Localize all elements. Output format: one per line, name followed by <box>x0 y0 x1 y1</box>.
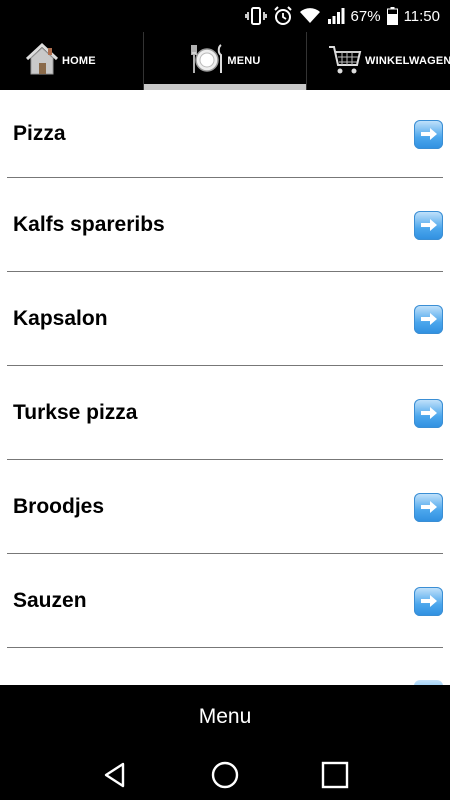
cart-icon <box>327 41 363 82</box>
recents-icon[interactable] <box>315 755 355 795</box>
clock: 11:50 <box>403 7 440 25</box>
tab-bar: HOME MENU WINKELWAGEN <box>0 32 450 90</box>
tab-home[interactable]: HOME <box>0 32 143 90</box>
back-icon[interactable] <box>95 755 135 795</box>
battery-percent: 67% <box>350 7 381 25</box>
list-item[interactable]: Turkse pizza <box>0 366 450 460</box>
list-item-label: Broodjes <box>13 495 105 518</box>
list-item[interactable]: Pizza <box>0 90 450 178</box>
home-circle-icon[interactable] <box>205 755 245 795</box>
wifi-icon <box>299 8 321 24</box>
tab-menu-label: MENU <box>227 55 261 67</box>
vibrate-icon <box>244 7 267 25</box>
list-item-label: Turkse pizza <box>13 401 138 424</box>
battery-icon <box>386 7 398 25</box>
tab-home-label: HOME <box>62 55 96 67</box>
list-item-label: Kalfs spareribs <box>13 213 165 236</box>
list-item-label: Pizza <box>13 122 66 145</box>
arrow-right-icon[interactable] <box>414 304 443 334</box>
house-icon <box>24 41 60 82</box>
signal-icon <box>327 8 345 24</box>
tab-cart-label: WINKELWAGEN <box>365 55 450 67</box>
arrow-right-icon[interactable] <box>414 398 443 428</box>
system-nav-bar <box>0 749 450 800</box>
tab-menu[interactable]: MENU <box>143 32 307 90</box>
tab-cart[interactable]: WINKELWAGEN <box>307 32 450 90</box>
list-item[interactable]: Sauzen <box>0 554 450 648</box>
alarm-icon <box>273 6 293 26</box>
arrow-right-icon[interactable] <box>414 492 443 522</box>
menu-list: Pizza Kalfs spareribs Kapsalon Turkse pi… <box>0 90 450 685</box>
list-item[interactable]: Kapsalon <box>0 272 450 366</box>
bottom-title-bar: Menu <box>0 685 450 749</box>
page-title: Menu <box>198 705 252 728</box>
list-item[interactable]: Kalfs spareribs <box>0 178 450 272</box>
status-bar: 67% 11:50 <box>0 0 450 32</box>
arrow-right-icon[interactable] <box>414 586 443 616</box>
list-item-label: Sauzen <box>13 589 87 612</box>
list-item[interactable]: Broodjes <box>0 460 450 554</box>
arrow-right-icon[interactable] <box>414 210 443 240</box>
plate-cutlery-icon <box>189 41 225 82</box>
arrow-right-icon[interactable] <box>414 119 443 149</box>
list-item-label: Kapsalon <box>13 307 108 330</box>
